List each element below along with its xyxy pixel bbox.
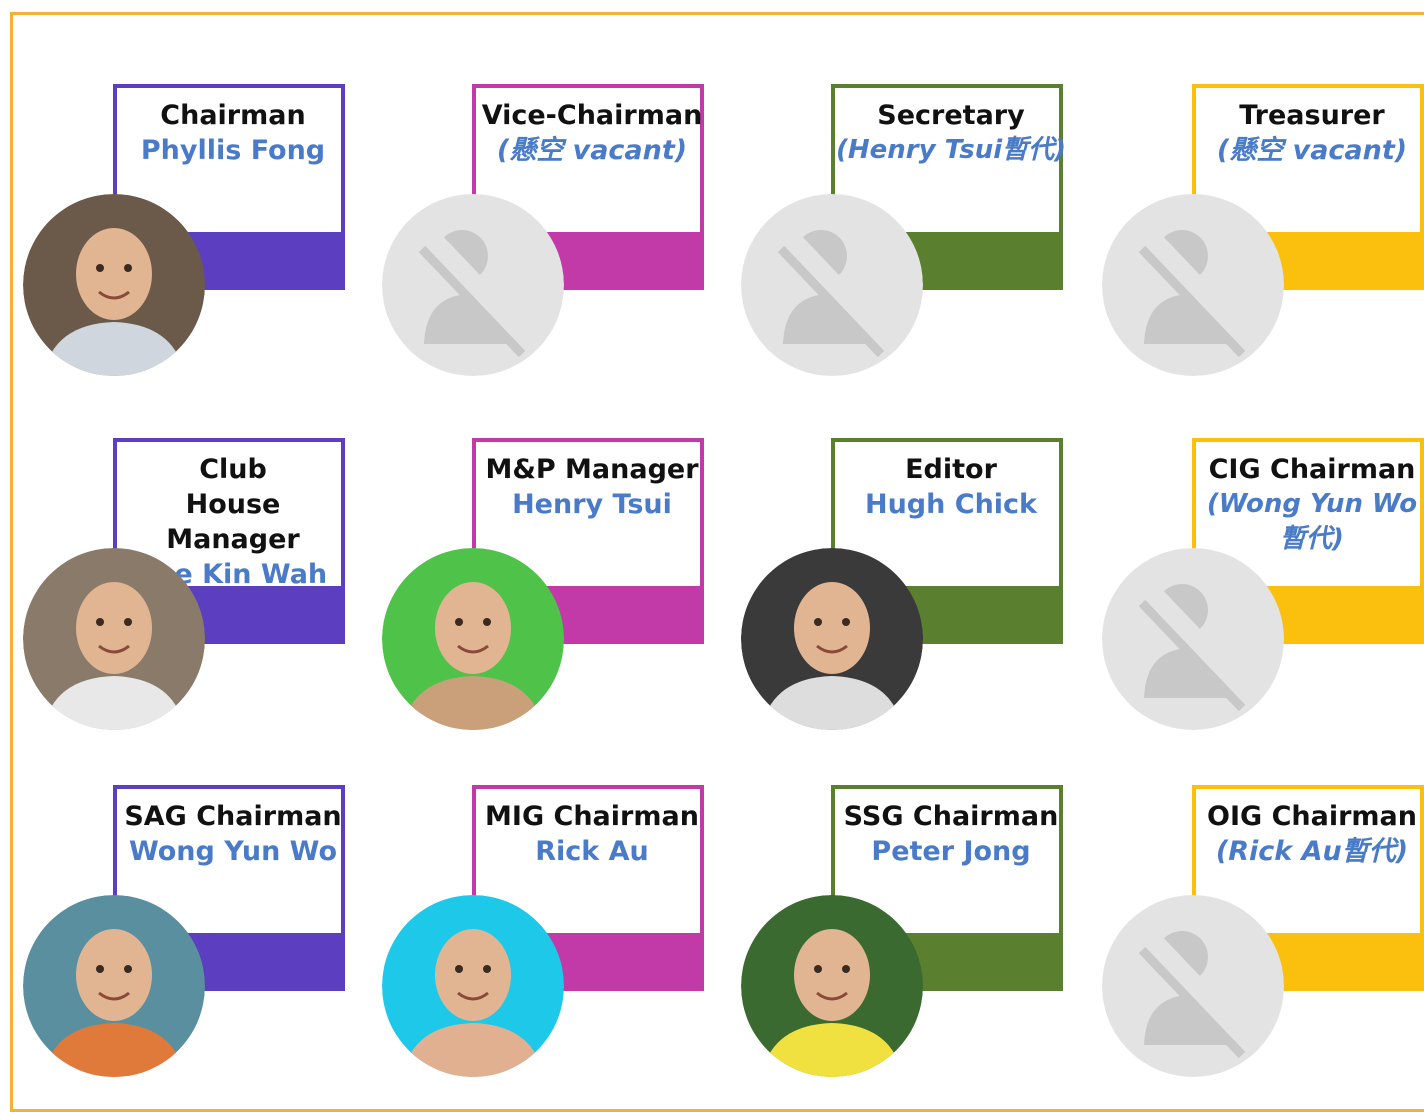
member-photo — [23, 895, 205, 1077]
member-photo — [382, 548, 564, 730]
member-name: Phyllis Fong — [140, 135, 326, 166]
role-label: Vice-Chairman — [481, 100, 703, 131]
role-label: MIG Chairman — [485, 801, 699, 832]
role-title: M&P Manager Henry Tsui — [476, 452, 708, 522]
role-title: MIG Chairman Rick Au — [476, 799, 708, 869]
member-name: Henry Tsui — [512, 489, 672, 520]
role-label: M&P Manager — [485, 454, 699, 485]
role-title: Treasurer (懸空 vacant) — [1196, 98, 1424, 168]
no-photo-icon — [1102, 895, 1284, 1077]
member-name: (懸空 vacant) — [1216, 135, 1408, 166]
role-title: SSG Chairman Peter Jong — [835, 799, 1067, 869]
role-title: SAG Chairman Wong Yun Wo — [117, 799, 349, 869]
role-label: Club House Manager — [166, 454, 300, 555]
role-title: CIG Chairman (Wong Yun Wo 暫代) — [1196, 452, 1424, 557]
member-name: Hugh Chick — [864, 489, 1038, 520]
member-name: Rick Au — [535, 836, 649, 867]
member-name: (Wong Yun Wo 暫代) — [1206, 489, 1418, 554]
role-label: Chairman — [160, 100, 306, 131]
member-name: Peter Jong — [871, 836, 1031, 867]
role-label: CIG Chairman — [1208, 454, 1416, 485]
member-photo — [23, 194, 205, 376]
role-label: Editor — [905, 454, 997, 485]
role-title: Secretary (Henry Tsui暫代) — [835, 98, 1067, 168]
role-label: Treasurer — [1239, 100, 1385, 131]
role-title: OIG Chairman (Rick Au暫代) — [1196, 799, 1424, 869]
member-photo — [741, 548, 923, 730]
role-title: Editor Hugh Chick — [835, 452, 1067, 522]
role-label: Secretary — [877, 100, 1025, 131]
role-label: SSG Chairman — [843, 801, 1059, 832]
member-name: (Rick Au暫代) — [1215, 836, 1409, 867]
member-photo — [382, 895, 564, 1077]
role-label: OIG Chairman — [1207, 801, 1417, 832]
member-name: (懸空 vacant) — [496, 135, 688, 166]
member-name: Wong Yun Wo — [128, 836, 338, 867]
role-label: SAG Chairman — [124, 801, 342, 832]
no-photo-icon — [1102, 194, 1284, 376]
no-photo-icon — [1102, 548, 1284, 730]
role-title: Vice-Chairman (懸空 vacant) — [476, 98, 708, 168]
no-photo-icon — [382, 194, 564, 376]
member-photo — [23, 548, 205, 730]
member-name: (Henry Tsui暫代) — [835, 135, 1067, 165]
role-title: Chairman Phyllis Fong — [117, 98, 349, 168]
no-photo-icon — [741, 194, 923, 376]
member-photo — [741, 895, 923, 1077]
